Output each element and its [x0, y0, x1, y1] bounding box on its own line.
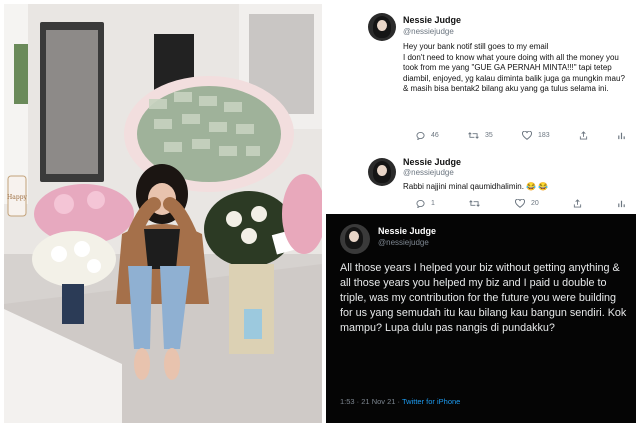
- tweet-meta: 1:53 · 21 Nov 21 · Twitter for iPhone: [340, 397, 460, 406]
- retweet-icon: [468, 132, 479, 139]
- handle[interactable]: @nessiejudge: [378, 238, 429, 247]
- retweet-button[interactable]: 35: [468, 131, 493, 140]
- avatar[interactable]: [368, 13, 396, 41]
- display-name[interactable]: Nessie Judge: [378, 226, 436, 236]
- tweet-card-2[interactable]: Nessie Judge @nessiejudge Rabbi najjini …: [326, 156, 636, 212]
- retweet-button[interactable]: [469, 199, 481, 208]
- reply-icon: [416, 132, 425, 140]
- tweet-text: Hey your bank notif still goes to my ema…: [403, 42, 625, 93]
- client-link[interactable]: Twitter for iPhone: [402, 397, 460, 406]
- share-button[interactable]: [573, 199, 582, 208]
- tweet-text: Rabbi najjini minal qaumidhalimin. 😂 😂: [403, 182, 549, 191]
- reply-button[interactable]: 1: [416, 199, 435, 208]
- heart-icon: [521, 131, 532, 140]
- like-count: 183: [537, 132, 550, 139]
- display-name[interactable]: Nessie Judge: [403, 157, 461, 167]
- photo-panel: Happy: [4, 4, 322, 423]
- reply-count: 46: [431, 132, 439, 139]
- like-button[interactable]: 20: [515, 199, 539, 208]
- handle[interactable]: @nessiejudge: [403, 27, 454, 36]
- happy-sign: Happy: [7, 194, 27, 201]
- avatar[interactable]: [340, 224, 370, 254]
- tweet-card-1[interactable]: Nessie Judge @nessiejudge Hey your bank …: [326, 4, 636, 156]
- tweet-text: All those years I helped your biz withou…: [340, 262, 627, 334]
- like-count: 20: [531, 200, 539, 207]
- analytics-icon: [618, 200, 625, 208]
- reply-button[interactable]: 46: [416, 131, 439, 140]
- heart-icon: [515, 199, 526, 208]
- analytics-icon: [618, 132, 625, 140]
- reply-count: 1: [431, 200, 435, 207]
- handle[interactable]: @nessiejudge: [403, 168, 454, 177]
- retweet-icon: [469, 200, 481, 207]
- like-button[interactable]: 183: [521, 131, 550, 140]
- reply-icon: [416, 200, 425, 208]
- retweet-count: 35: [484, 132, 493, 139]
- display-name[interactable]: Nessie Judge: [403, 15, 461, 25]
- analytics-button[interactable]: [617, 199, 626, 208]
- scene-photo: Happy: [4, 4, 322, 423]
- share-icon: [579, 131, 587, 140]
- tweet-actions: 46 35 183: [416, 131, 626, 140]
- tweet-card-3[interactable]: Nessie Judge @nessiejudge All those year…: [326, 214, 636, 423]
- avatar[interactable]: [368, 158, 396, 186]
- timestamp[interactable]: 1:53 · 21 Nov 21 ·: [340, 397, 402, 406]
- share-button[interactable]: [579, 131, 588, 140]
- analytics-button[interactable]: [617, 131, 626, 140]
- share-icon: [574, 199, 582, 208]
- tweet-actions: 1 20: [416, 199, 626, 208]
